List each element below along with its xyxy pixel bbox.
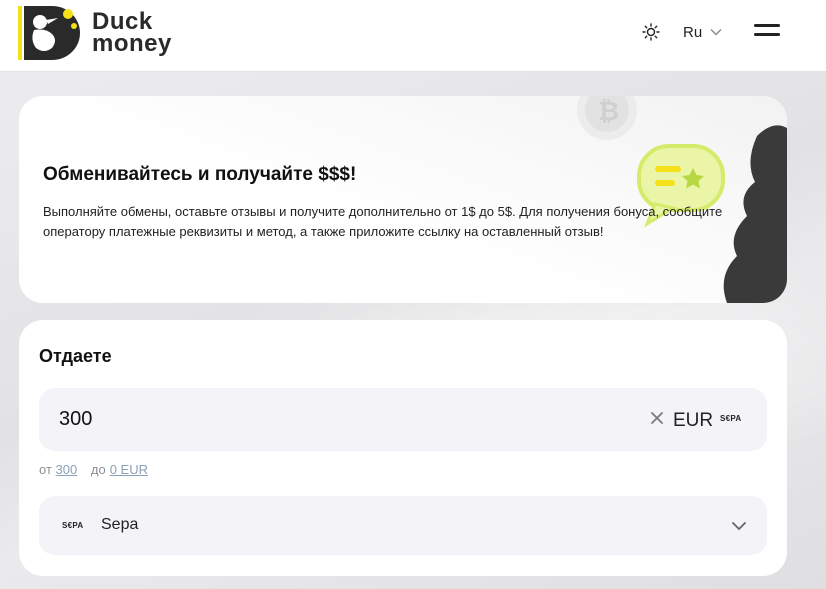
give-currency-code: EUR: [673, 410, 714, 431]
give-limits: от 300 до 0 EUR: [39, 462, 148, 477]
chevron-down-icon: [710, 29, 722, 36]
give-section: Отдаете 300 EUR S€PA от 300 до 0 EUR S€PA…: [19, 320, 787, 576]
close-icon[interactable]: [649, 410, 665, 426]
give-amount-input[interactable]: 300: [59, 408, 92, 431]
brand-name: Duck money: [92, 10, 172, 57]
give-title: Отдаете: [39, 346, 112, 366]
language-selector[interactable]: Ru: [683, 20, 722, 44]
limit-from-label: от: [39, 462, 52, 477]
sepa-logo-icon: S€PA: [62, 521, 84, 530]
bonus-promo-banner: ₿ Обменивайтесь и получайте $$$! Выполня…: [19, 96, 787, 303]
limit-to-label: до: [90, 462, 106, 477]
limit-max-link[interactable]: 0 EUR: [110, 462, 148, 477]
bitcoin-coin-icon: ₿: [577, 96, 637, 140]
svg-text:₿: ₿: [598, 96, 619, 126]
brand-name-line2: money: [92, 30, 172, 57]
language-label: Ru: [683, 23, 703, 41]
hamburger-menu-icon[interactable]: [754, 24, 780, 42]
sepa-badge-icon: S€PA: [720, 414, 742, 423]
payment-method-select[interactable]: S€PA Sepa: [39, 496, 767, 555]
limit-min-link[interactable]: 300: [56, 462, 78, 477]
sun-icon: [642, 23, 660, 41]
promo-title: Обменивайтесь и получайте $$$!: [43, 164, 357, 185]
duck-logo-icon: [18, 6, 80, 60]
brand-logo[interactable]: Duck money: [18, 4, 172, 62]
promo-description: Выполняйте обмены, оставьте отзывы и пол…: [43, 204, 723, 239]
give-amount-field[interactable]: 300 EUR S€PA: [39, 388, 767, 451]
promo-illustration: ₿: [577, 96, 787, 303]
theme-toggle-button[interactable]: [640, 21, 662, 43]
payment-method-label: Sepa: [101, 516, 139, 533]
chevron-down-icon: [732, 522, 746, 531]
top-header: Duck money Ru: [0, 0, 826, 72]
